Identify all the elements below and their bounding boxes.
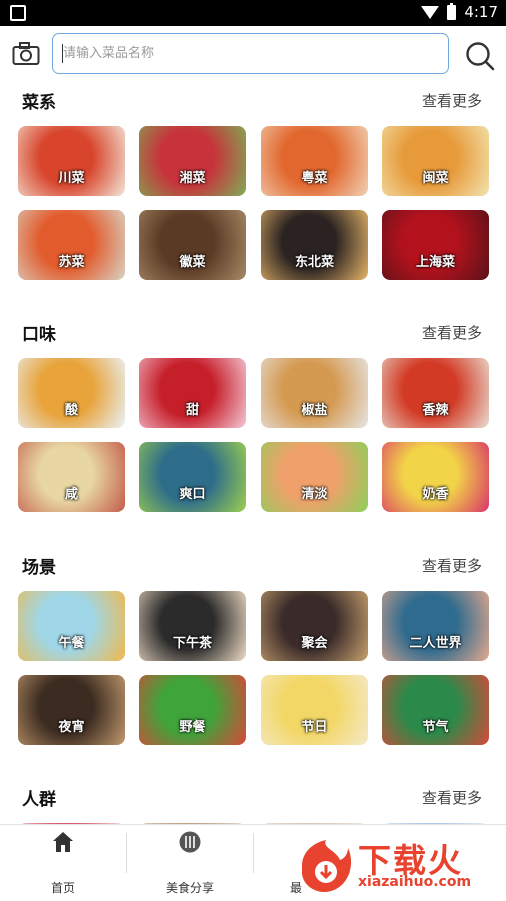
tile-label: 清淡 (301, 487, 328, 502)
category-tile[interactable]: 野餐 (139, 675, 246, 745)
tile-label: 夜宵 (58, 720, 85, 735)
tile-label: 闽菜 (422, 171, 449, 186)
category-tile[interactable]: 节气 (382, 675, 489, 745)
tile-label: 椒盐 (301, 403, 328, 418)
category-tile[interactable]: 湘菜 (139, 126, 246, 196)
category-tile[interactable]: 午餐 (18, 591, 125, 661)
tab-label: 美食分享 (165, 881, 214, 895)
tile-label: 爽口 (179, 487, 206, 502)
tile-label: 下午茶 (172, 636, 212, 651)
category-tile[interactable]: 咸 (18, 442, 125, 512)
search-field[interactable] (52, 33, 449, 74)
tile-label: 上海菜 (415, 255, 455, 270)
tile-label: 甜 (185, 403, 199, 418)
category-tile[interactable]: 东北菜 (261, 210, 368, 280)
tile-label: 香辣 (422, 403, 449, 418)
tile-label: 午餐 (58, 636, 85, 651)
status-bar: 4:17 (0, 0, 506, 26)
status-time: 4:17 (464, 3, 498, 21)
tile-label: 聚会 (301, 636, 328, 651)
category-tile[interactable]: 节日 (261, 675, 368, 745)
tile-label: 东北菜 (294, 255, 334, 270)
category-tile[interactable]: 聚会 (261, 591, 368, 661)
tab-home[interactable]: 首页 (0, 825, 126, 901)
category-content: 菜系 查看更多 川菜 湘菜 粤菜 闽菜 苏菜 徽菜 东北菜 上海菜 口味 查看更… (0, 84, 506, 824)
tab-food-share[interactable]: 美食分享 (127, 825, 253, 901)
view-more-link[interactable]: 查看更多 (422, 555, 482, 576)
category-tile[interactable]: 清淡 (261, 442, 368, 512)
category-tile[interactable]: 粤菜 (261, 126, 368, 196)
category-tile[interactable]: 夜宵 (18, 675, 125, 745)
view-more-link[interactable]: 查看更多 (422, 90, 482, 111)
tile-label: 二人世界 (409, 636, 462, 651)
category-tile[interactable]: 闽菜 (382, 126, 489, 196)
category-tile[interactable]: 奶香 (382, 442, 489, 512)
category-tile[interactable]: 苏菜 (18, 210, 125, 280)
section-title: 口味 (22, 325, 56, 345)
category-tile[interactable]: 椒盐 (261, 358, 368, 428)
tab-label: 首页 (50, 881, 75, 895)
search-icon[interactable] (465, 41, 495, 71)
camera-icon[interactable] (12, 42, 40, 66)
category-tile[interactable]: 上海菜 (382, 210, 489, 280)
text-caret (62, 44, 63, 63)
wifi-icon (421, 5, 440, 19)
home-icon (53, 832, 73, 852)
section-title: 场景 (22, 558, 56, 578)
category-tile[interactable]: 酸 (18, 358, 125, 428)
category-tile[interactable]: 甜 (139, 358, 246, 428)
watermark-url: xiazaihuo.com (358, 874, 472, 890)
tile-label: 湘菜 (179, 171, 206, 186)
category-tile[interactable]: 徽菜 (139, 210, 246, 280)
battery-icon (447, 2, 457, 20)
category-tile[interactable]: 川菜 (18, 126, 125, 196)
search-bar (0, 26, 506, 84)
section-title: 菜系 (22, 93, 56, 113)
tile-label: 奶香 (422, 487, 449, 502)
view-more-link[interactable]: 查看更多 (422, 322, 482, 343)
category-tile[interactable]: 下午茶 (139, 591, 246, 661)
flame-logo-icon (302, 840, 352, 893)
tile-label: 苏菜 (58, 255, 85, 270)
view-more-link[interactable]: 查看更多 (422, 787, 482, 808)
tile-label: 节日 (301, 720, 328, 735)
tile-label: 川菜 (58, 171, 85, 186)
watermark-logo: 下载火 xiazaihuo.com (296, 834, 506, 896)
tile-label: 节气 (422, 720, 449, 735)
tile-label: 咸 (64, 487, 78, 502)
cutlery-icon (179, 831, 201, 853)
category-tile[interactable]: 香辣 (382, 358, 489, 428)
section-title: 人群 (22, 790, 56, 810)
notification-icon (10, 5, 26, 21)
tile-label: 酸 (64, 403, 78, 418)
tile-label: 粤菜 (301, 171, 328, 186)
search-input[interactable] (53, 34, 448, 73)
tile-label: 徽菜 (179, 255, 206, 270)
tile-label: 野餐 (179, 720, 206, 735)
category-tile[interactable]: 二人世界 (382, 591, 489, 661)
category-tile[interactable]: 爽口 (139, 442, 246, 512)
